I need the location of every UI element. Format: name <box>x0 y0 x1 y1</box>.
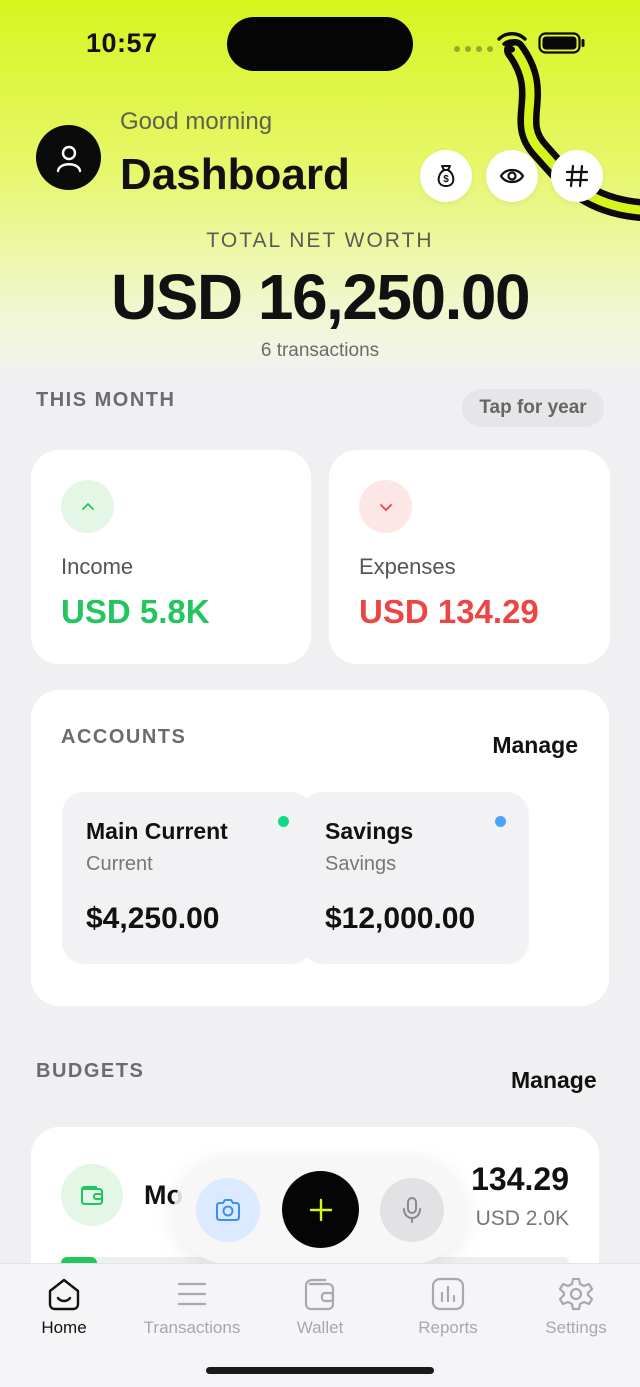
eye-icon <box>499 168 525 184</box>
tab-wallet[interactable]: Wallet <box>256 1276 384 1338</box>
wallet-icon <box>81 1186 103 1205</box>
add-transaction-button[interactable] <box>282 1171 359 1248</box>
hash-icon <box>565 164 589 188</box>
money-bag-icon: $ <box>437 165 455 188</box>
budget-icon-circle <box>61 1164 123 1226</box>
user-icon <box>56 145 81 172</box>
tap-for-year-button[interactable]: Tap for year <box>462 389 604 427</box>
signal-dots <box>454 46 493 52</box>
account-balance: $12,000.00 <box>325 902 476 935</box>
status-time: 10:57 <box>86 28 158 58</box>
battery-icon <box>538 32 585 54</box>
tab-label: Settings <box>545 1318 607 1337</box>
dynamic-island <box>227 17 413 71</box>
money-bag-button[interactable]: $ <box>420 150 472 202</box>
account-name: Main Current <box>86 818 228 844</box>
account-card-main-current[interactable]: Main Current Current $4,250.00 <box>62 792 313 964</box>
svg-text:$: $ <box>443 174 449 185</box>
budgets-label: BUDGETS <box>36 1060 145 1082</box>
budget-limit: USD 2.0K <box>475 1207 569 1230</box>
hash-button[interactable] <box>551 150 603 202</box>
account-color-dot <box>278 816 289 827</box>
list-icon <box>177 1282 207 1306</box>
tab-label: Wallet <box>296 1318 344 1337</box>
chevron-down-icon <box>379 503 392 511</box>
account-name: Savings <box>325 818 414 844</box>
visibility-button[interactable] <box>486 150 538 202</box>
camera-button[interactable] <box>196 1178 260 1242</box>
transaction-count: 6 transactions <box>260 340 380 361</box>
tab-label: Reports <box>418 1318 478 1337</box>
home-indicator <box>206 1367 434 1374</box>
tab-settings[interactable]: Settings <box>512 1276 640 1338</box>
accounts-label: ACCOUNTS <box>61 726 187 748</box>
chart-icon <box>431 1277 465 1311</box>
expenses-value: USD 134.29 <box>359 593 539 630</box>
microphone-icon <box>403 1197 421 1223</box>
account-color-dot <box>495 816 506 827</box>
plus-icon <box>309 1198 332 1221</box>
expenses-card[interactable]: Expenses USD 134.29 <box>329 450 610 664</box>
page-title: Dashboard <box>120 150 350 199</box>
accounts-card: ACCOUNTS Manage Main Current Current $4,… <box>31 690 609 1006</box>
income-indicator <box>61 480 114 533</box>
expenses-label: Expenses <box>359 554 456 579</box>
net-worth-value: USD 16,250.00 <box>110 261 531 333</box>
income-label: Income <box>61 554 134 579</box>
accounts-manage-link[interactable]: Manage <box>492 732 578 759</box>
budget-spent: 134.29 <box>471 1161 569 1197</box>
net-worth-label: TOTAL NET WORTH <box>206 229 434 252</box>
income-value: USD 5.8K <box>61 593 210 630</box>
chevron-up-icon <box>81 502 94 510</box>
camera-icon <box>216 1199 240 1221</box>
tab-home[interactable]: Home <box>0 1276 128 1338</box>
account-balance: $4,250.00 <box>86 902 220 935</box>
tab-label: Home <box>41 1318 87 1337</box>
account-type: Current <box>86 853 153 875</box>
header: 10:57 Good morning Dashboard $ TOTAL NET… <box>0 0 640 370</box>
account-type: Savings <box>325 853 397 875</box>
home-icon <box>48 1278 80 1311</box>
tab-label: Transactions <box>143 1318 241 1337</box>
avatar[interactable] <box>36 125 101 190</box>
budgets-manage-link[interactable]: Manage <box>511 1067 597 1094</box>
tab-transactions[interactable]: Transactions <box>128 1276 256 1338</box>
income-card[interactable]: Income USD 5.8K <box>31 450 311 664</box>
this-month-label: THIS MONTH <box>36 389 176 411</box>
greeting: Good morning <box>120 108 273 135</box>
voice-input-button[interactable] <box>380 1178 444 1242</box>
tab-reports[interactable]: Reports <box>384 1276 512 1338</box>
wallet-icon <box>304 1278 335 1311</box>
wifi-icon <box>497 32 527 53</box>
expenses-indicator <box>359 480 412 533</box>
gear-icon <box>558 1277 594 1311</box>
account-card-savings[interactable]: Savings Savings $12,000.00 <box>301 792 529 964</box>
